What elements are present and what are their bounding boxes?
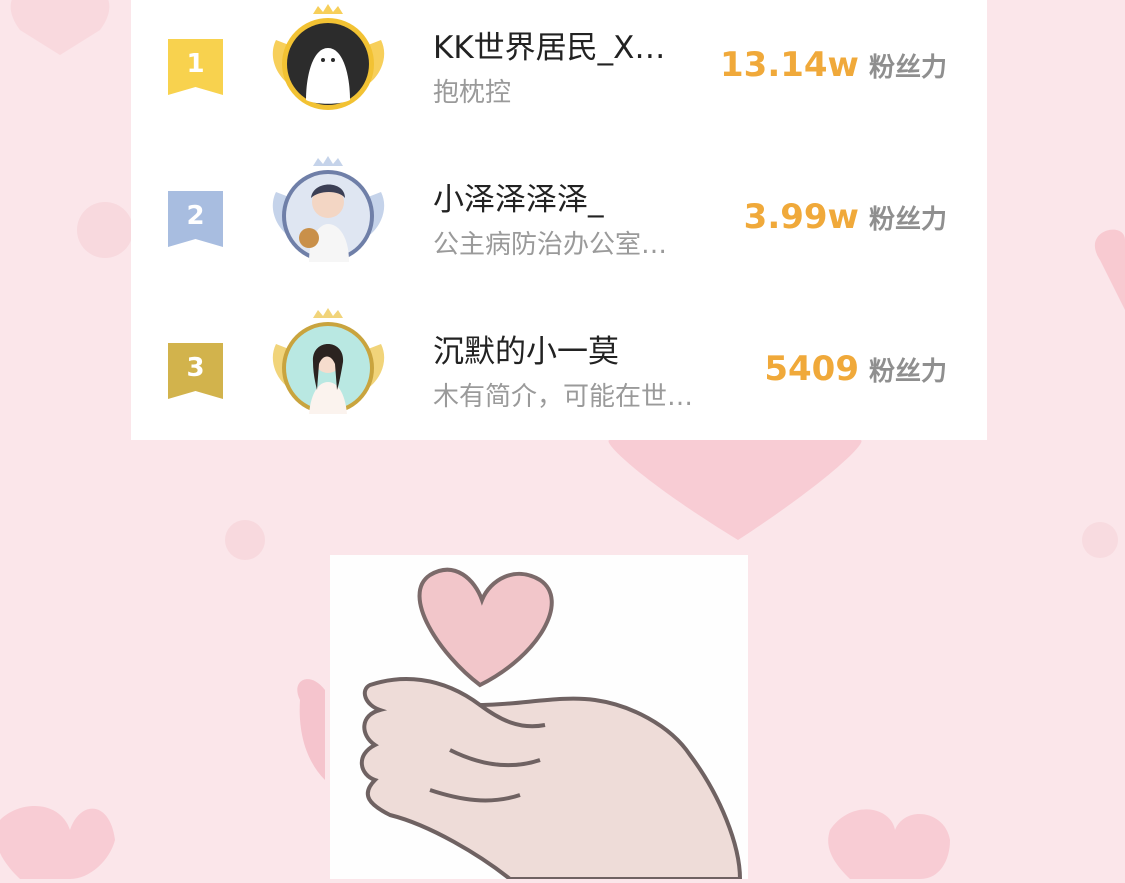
avatar[interactable] xyxy=(261,152,396,272)
user-bio: 木有简介，可能在世… xyxy=(433,382,694,412)
bubble-decoration xyxy=(225,520,265,560)
rank-number: 1 xyxy=(186,49,205,79)
user-bio: 抱枕控 xyxy=(433,78,512,108)
ranking-row[interactable]: 3 沉默的小一莫 木有简介，可能在世… 5409 粉丝力 xyxy=(131,304,987,456)
winged-crown-frame-icon xyxy=(272,308,385,414)
user-name[interactable]: 小泽泽泽泽_ xyxy=(433,174,693,219)
fan-power-label: 粉丝力 xyxy=(868,53,947,83)
heart-decoration xyxy=(10,0,110,55)
fan-power: 5409 粉丝力 xyxy=(764,349,947,389)
user-name[interactable]: KK世界居民_X… xyxy=(433,22,693,67)
rank-badge: 3 xyxy=(168,343,223,399)
rank-badge: 1 xyxy=(168,39,223,95)
fan-ranking-card: 1 KK世界居民_X… 抱枕控 13.14w 粉丝力 2 小泽泽泽泽_ 公主病防… xyxy=(131,0,987,440)
winged-crown-frame-icon xyxy=(272,4,385,110)
ranking-row[interactable]: 1 KK世界居民_X… 抱枕控 13.14w 粉丝力 xyxy=(131,0,987,152)
user-bio: 公主病防治办公室… xyxy=(433,230,668,260)
heart-decoration xyxy=(828,809,950,879)
heart-decoration xyxy=(297,679,325,780)
finger-heart-sticker-icon xyxy=(359,567,743,881)
fan-power-value: 5409 xyxy=(764,349,859,389)
fan-power: 3.99w 粉丝力 xyxy=(744,197,947,237)
fan-power-label: 粉丝力 xyxy=(868,357,947,387)
fan-power-label: 粉丝力 xyxy=(868,205,947,235)
avatar[interactable] xyxy=(261,0,396,120)
heart-decoration xyxy=(0,806,115,879)
ranking-row[interactable]: 2 小泽泽泽泽_ 公主病防治办公室… 3.99w 粉丝力 xyxy=(131,152,987,304)
rank-number: 2 xyxy=(186,201,205,231)
user-name[interactable]: 沉默的小一莫 xyxy=(433,326,693,371)
bubble-decoration xyxy=(77,202,133,258)
fan-power-value: 3.99w xyxy=(743,197,859,237)
fan-power-value: 13.14w xyxy=(720,45,859,85)
rank-badge: 2 xyxy=(168,191,223,247)
heart-decoration xyxy=(1094,229,1125,310)
bubble-decoration xyxy=(1082,522,1118,558)
rank-number: 3 xyxy=(186,353,205,383)
winged-crown-frame-icon xyxy=(272,156,385,262)
fan-power: 13.14w 粉丝力 xyxy=(720,45,947,85)
avatar[interactable] xyxy=(261,304,396,424)
finger-heart-sticker xyxy=(330,555,748,881)
